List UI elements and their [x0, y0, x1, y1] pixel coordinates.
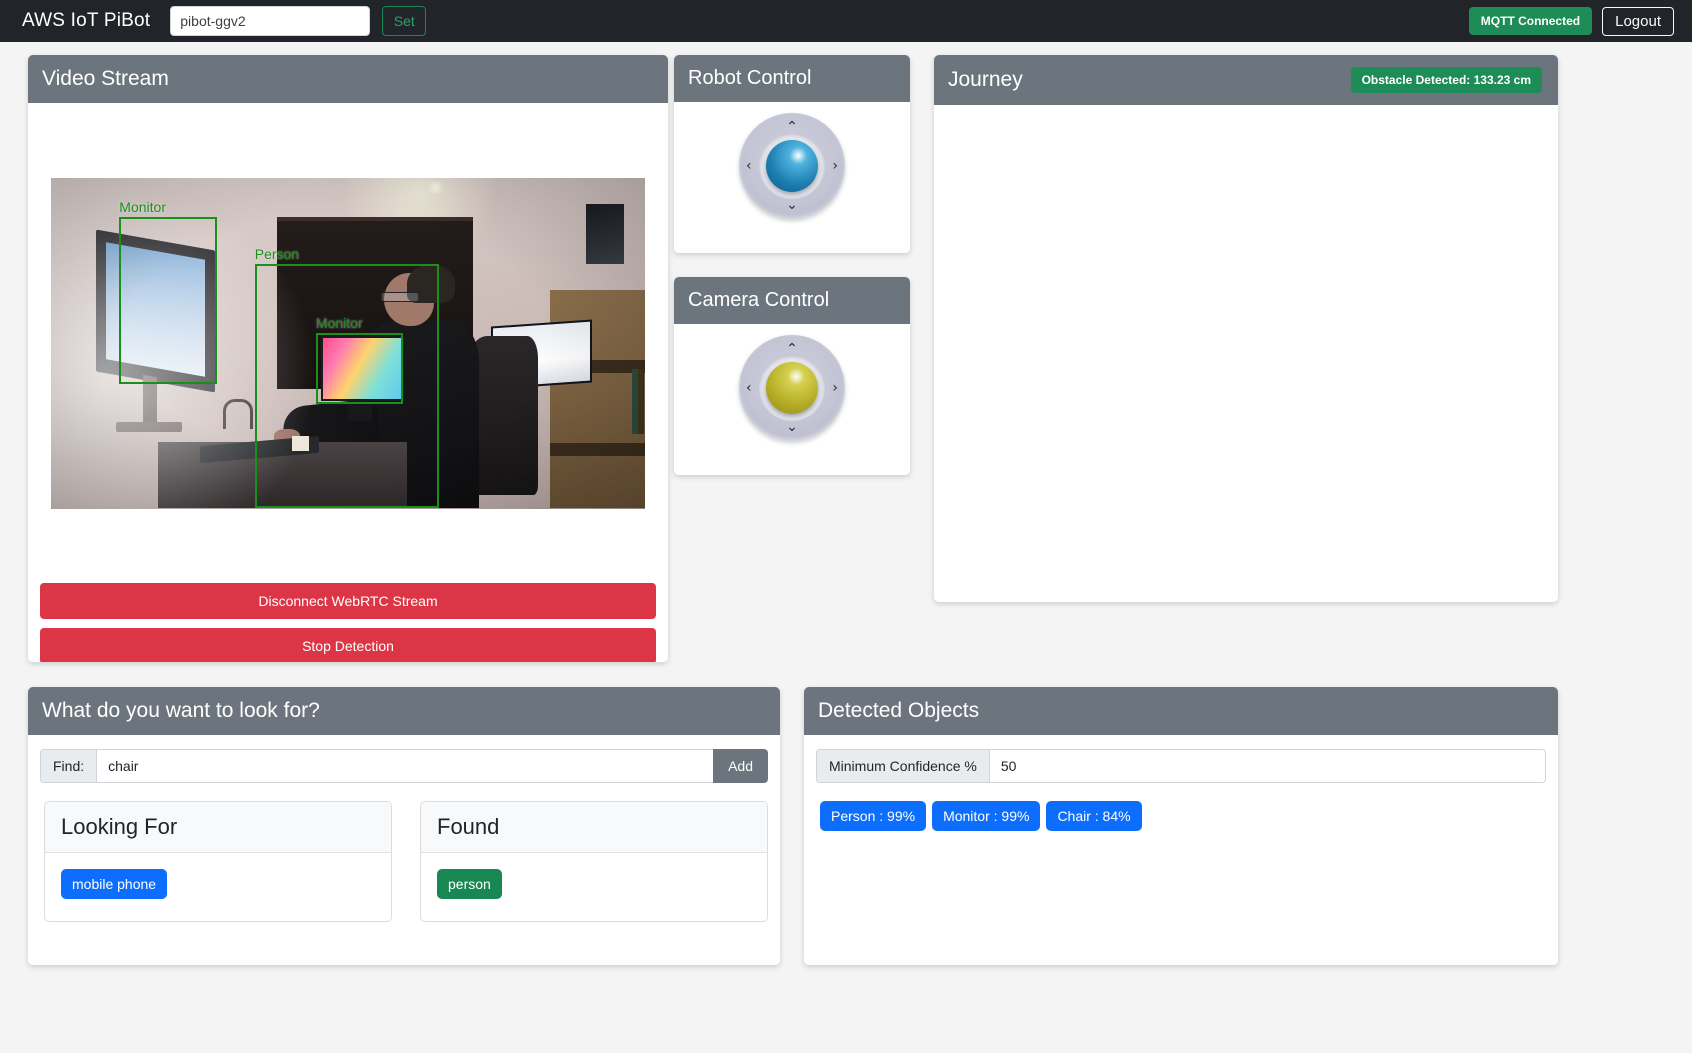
detection-box [315, 333, 403, 405]
detected-object-chip[interactable]: Chair : 84% [1046, 801, 1142, 831]
robot-control-panel: Robot Control ⌃ ⌄ ‹ › [674, 55, 910, 253]
chevron-down-icon[interactable]: ⌄ [786, 198, 798, 212]
robot-control-body: ⌃ ⌄ ‹ › [674, 102, 910, 230]
look-for-header: What do you want to look for? [28, 687, 780, 735]
detection-label: Monitor [119, 199, 166, 216]
detection-label: Monitor [315, 315, 363, 332]
confidence-input[interactable] [988, 749, 1546, 783]
set-thing-button[interactable]: Set [382, 6, 427, 36]
looking-for-list: mobile phone [45, 853, 391, 921]
look-for-panel: What do you want to look for? Find: Add … [28, 687, 780, 965]
camera-joystick[interactable]: ⌃ ⌄ ‹ › [739, 335, 845, 441]
detected-objects-header: Detected Objects [804, 687, 1558, 735]
find-input[interactable] [96, 749, 714, 783]
detected-objects-panel: Detected Objects Minimum Confidence % Pe… [804, 687, 1558, 965]
camera-control-title: Camera Control [688, 289, 830, 311]
robot-joystick[interactable]: ⌃ ⌄ ‹ › [739, 113, 845, 219]
found-card: Found person [420, 801, 768, 922]
chevron-down-icon[interactable]: ⌄ [786, 420, 798, 434]
video-stream-body: Monitor Person Monitor Disconnect WebRTC S… [28, 103, 668, 662]
add-target-button[interactable]: Add [713, 749, 768, 783]
journey-canvas[interactable] [934, 105, 1558, 598]
found-title: Found [421, 802, 767, 853]
robot-control-header: Robot Control [674, 55, 910, 102]
detected-objects-list: Person : 99% Monitor : 99% Chair : 84% [820, 801, 1542, 837]
camera-control-body: ⌃ ⌄ ‹ › [674, 324, 910, 452]
looking-for-chip[interactable]: mobile phone [61, 869, 168, 899]
camera-control-header: Camera Control [674, 277, 910, 324]
found-chip[interactable]: person [437, 869, 502, 899]
chevron-up-icon[interactable]: ⌃ [786, 120, 798, 134]
target-lists: Looking For mobile phone Found person [44, 801, 768, 922]
find-label: Find: [40, 749, 97, 783]
video-stream-header: Video Stream [28, 55, 668, 103]
find-input-group: Find: Add [40, 749, 768, 783]
navbar-right-group: MQTT Connected Logout [1468, 6, 1678, 36]
detection-box [119, 217, 218, 385]
chevron-right-icon[interactable]: › [832, 159, 838, 173]
journey-panel: Journey Obstacle Detected: 133.23 cm [934, 55, 1558, 602]
thing-name-input[interactable] [170, 6, 371, 36]
video-stream-title: Video Stream [42, 67, 169, 90]
confidence-input-group: Minimum Confidence % [816, 749, 1546, 783]
disconnect-webrtc-button[interactable]: Disconnect WebRTC Stream [40, 583, 656, 619]
detected-object-chip[interactable]: Person : 99% [820, 801, 927, 831]
camera-joystick-knob[interactable] [766, 362, 818, 414]
chevron-right-icon[interactable]: › [832, 381, 838, 395]
camera-control-panel: Camera Control ⌃ ⌄ ‹ › [674, 277, 910, 475]
logout-button[interactable]: Logout [1602, 6, 1674, 36]
robot-joystick-knob[interactable] [766, 140, 818, 192]
found-list: person [421, 853, 767, 921]
look-for-title: What do you want to look for? [42, 699, 320, 722]
obstacle-detected-badge: Obstacle Detected: 133.23 cm [1350, 67, 1542, 93]
detected-object-chip[interactable]: Monitor : 99% [932, 801, 1041, 831]
video-frame[interactable]: Monitor Person Monitor [51, 177, 645, 509]
chevron-up-icon[interactable]: ⌃ [786, 342, 798, 356]
detection-label: Person [254, 245, 300, 262]
chevron-left-icon[interactable]: ‹ [746, 381, 752, 395]
video-stream-panel: Video Stream Monitor Person Monitor Disc… [28, 55, 668, 662]
detected-objects-title: Detected Objects [818, 699, 980, 722]
looking-for-title: Looking For [45, 802, 391, 853]
journey-header: Journey Obstacle Detected: 133.23 cm [934, 55, 1558, 105]
stop-detection-button[interactable]: Stop Detection [40, 628, 656, 662]
mqtt-status-badge: MQTT Connected [1468, 7, 1593, 35]
looking-for-card: Looking For mobile phone [44, 801, 392, 922]
app-brand: AWS IoT PiBot [22, 10, 151, 31]
robot-control-title: Robot Control [688, 67, 812, 89]
chevron-left-icon[interactable]: ‹ [746, 159, 752, 173]
confidence-label: Minimum Confidence % [816, 749, 989, 783]
look-for-body: Find: Add Looking For mobile phone Found… [28, 749, 780, 922]
journey-title: Journey [948, 68, 1023, 91]
detected-objects-body: Minimum Confidence % Person : 99%Monitor… [804, 749, 1558, 837]
video-area[interactable]: Monitor Person Monitor [28, 103, 668, 583]
top-navbar: AWS IoT PiBot Set MQTT Connected Logout [0, 0, 1692, 42]
